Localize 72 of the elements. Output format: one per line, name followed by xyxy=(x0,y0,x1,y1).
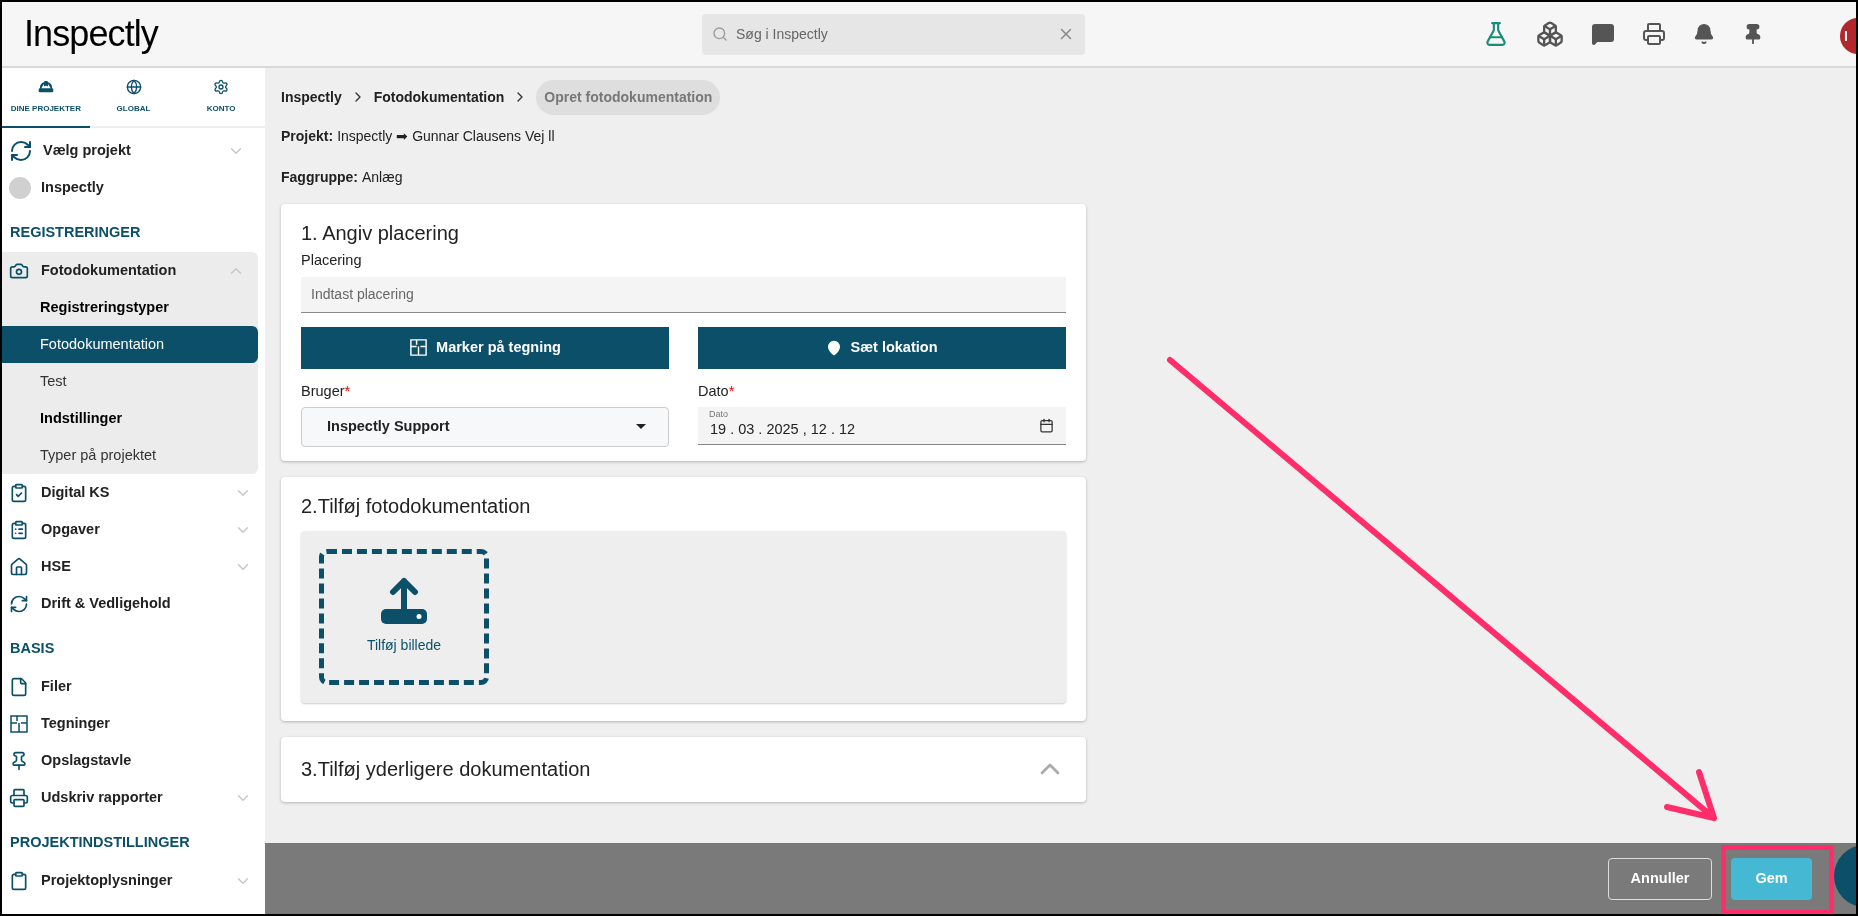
sidebar-item[interactable]: HSE xyxy=(2,548,265,585)
cancel-button[interactable]: Annuller xyxy=(1608,857,1712,900)
sidebar-item[interactable]: Opslagstavle xyxy=(2,742,265,779)
avatar[interactable]: I xyxy=(1840,18,1856,54)
project-name[interactable]: Inspectly xyxy=(41,177,104,199)
breadcrumb-item[interactable]: Inspectly xyxy=(281,86,342,108)
calendar-icon[interactable] xyxy=(1039,417,1054,433)
sidebar-item[interactable]: Opgaver xyxy=(2,511,265,548)
section-heading: PROJEKTINDSTILLINGER xyxy=(9,833,191,852)
sidebar-item[interactable]: Digital KS xyxy=(2,474,265,511)
project-avatar xyxy=(9,177,31,199)
section-heading: BASIS xyxy=(9,639,56,658)
sidebar-item[interactable]: Filer xyxy=(2,668,265,705)
house-icon xyxy=(9,556,29,577)
sidebar-item[interactable]: Projektoplysninger xyxy=(2,862,265,899)
sidebar-tab[interactable]: KONTO xyxy=(177,68,265,126)
sidebar-tab[interactable]: GLOBAL xyxy=(89,68,178,126)
field-label: Dato xyxy=(698,381,729,401)
floor-plan-icon xyxy=(9,713,29,734)
location-pin-icon xyxy=(826,339,843,356)
sidebar-item[interactable]: Drift & Vedligehold xyxy=(2,585,265,622)
dropdown-caret-icon xyxy=(636,423,646,430)
floor-plan-icon xyxy=(409,338,429,358)
flask-icon[interactable] xyxy=(1483,21,1509,47)
required-mark: * xyxy=(728,381,735,401)
info-label: Faggruppe: xyxy=(281,168,358,187)
info-label: Projekt: xyxy=(281,127,334,146)
bell-icon[interactable] xyxy=(1693,23,1715,45)
field-label: Bruger xyxy=(301,381,345,401)
date-field[interactable]: Dato 19 . 03 . 2025 , 12 . 12 xyxy=(698,406,1066,445)
printer-icon xyxy=(9,787,29,808)
sidebar-tab[interactable]: DINE PROJEKTER xyxy=(2,68,90,128)
breadcrumb-item[interactable]: Fotodokumentation xyxy=(373,86,505,108)
search-icon xyxy=(712,25,728,42)
boxes-icon[interactable] xyxy=(1536,20,1564,48)
upload-button[interactable]: Tilføj billede xyxy=(319,548,489,685)
card-title: 2.Tilføj fotodokumentation xyxy=(301,493,532,519)
sidebar-item[interactable]: Udskriv rapporter xyxy=(2,779,265,816)
logo[interactable]: Inspectly xyxy=(24,7,158,61)
submenu-item[interactable]: Typer på projektet xyxy=(2,437,258,474)
info-value: Anlæg xyxy=(362,168,403,187)
refresh-icon xyxy=(9,593,29,614)
submenu-item[interactable]: Fotodokumentation xyxy=(2,326,258,363)
search-field[interactable]: Søg i Inspectly xyxy=(702,13,1085,55)
clipboard-icon xyxy=(9,870,29,891)
printer-icon[interactable] xyxy=(1642,22,1666,46)
section-heading: REGISTRERINGER xyxy=(9,223,142,242)
globe-icon xyxy=(125,79,142,95)
action-button[interactable]: Marker på tegning xyxy=(301,326,669,369)
help-icon[interactable] xyxy=(1591,22,1615,46)
settings-icon xyxy=(213,79,230,95)
submenu-item[interactable]: Test xyxy=(2,363,258,400)
submenu-heading: Indstillinger xyxy=(39,408,124,428)
file-icon xyxy=(9,676,29,697)
field-label: Placering xyxy=(301,251,363,270)
card-title: 1. Angiv placering xyxy=(301,221,460,246)
action-button[interactable]: Sæt lokation xyxy=(698,326,1066,369)
submenu-heading: Registreringstyper xyxy=(39,297,170,317)
info-value: Inspectly ➡ Gunnar Clausens Vej ll xyxy=(337,127,555,146)
sidebar-item[interactable]: Fotodokumentation xyxy=(2,252,258,289)
project-icon xyxy=(9,139,33,163)
card-title: 3.Tilføj yderligere dokumentation xyxy=(301,757,592,782)
clipboard-icon xyxy=(9,519,29,540)
upload-icon xyxy=(379,577,429,627)
user-select[interactable]: Inspectly Support xyxy=(301,406,669,447)
required-mark: * xyxy=(344,381,351,401)
placement-input[interactable]: Indtast placering xyxy=(301,276,1066,313)
helmet-icon xyxy=(37,79,54,95)
clipboard-icon xyxy=(9,482,29,503)
project-selector[interactable]: Vælg projekt xyxy=(2,132,265,170)
sidebar-item[interactable]: Tegninger xyxy=(2,705,265,742)
pin-icon xyxy=(9,750,29,771)
